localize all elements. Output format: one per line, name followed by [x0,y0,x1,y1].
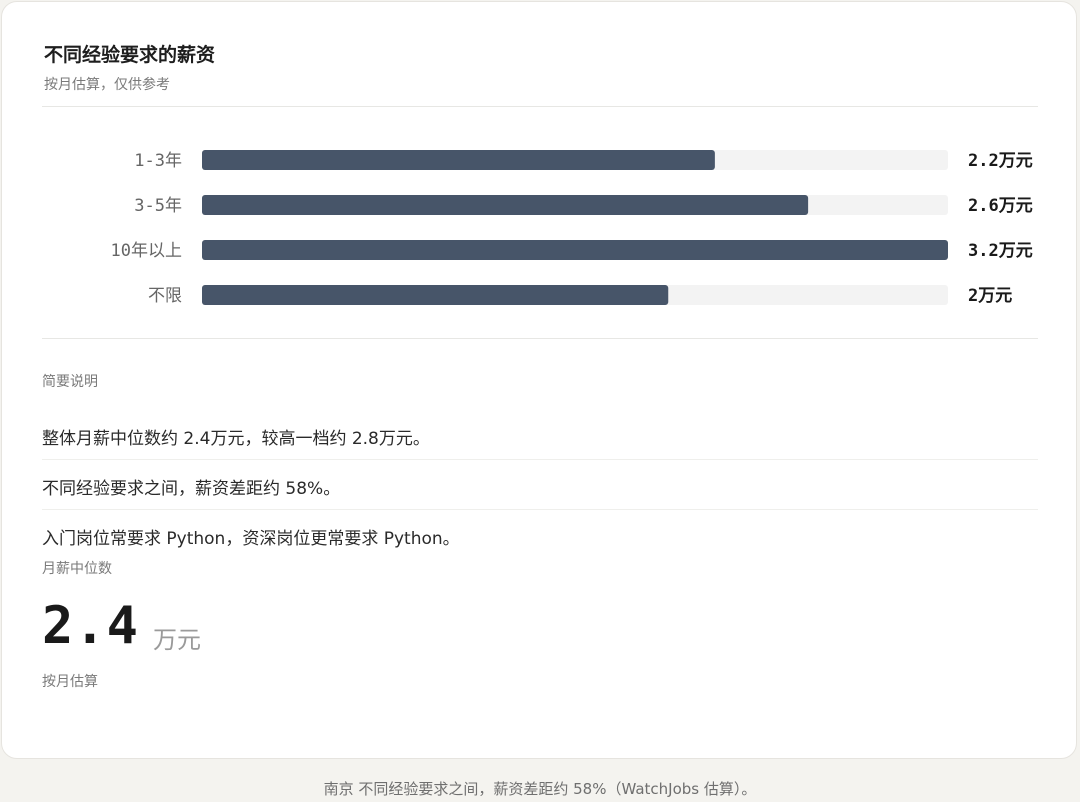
note-item-3: 入门岗位常要求 Python，资深岗位更常要求 Python。 [42,529,460,549]
salary-bar-chart: 1-3年 2.2万元 3-5年 2.6万元 10年以上 3.2万元不限 2万元 [0,136,1080,326]
bar-3 [202,285,669,305]
median-label: 月薪中位数 [42,561,112,577]
category-label: 3-5年 [134,196,182,216]
category-label: 1-3年 [134,151,182,171]
header-divider [42,106,1038,107]
note-separator [42,509,1038,510]
chart-divider [42,338,1038,339]
category-label: 不限 [148,286,182,306]
median-unit: 万元 [153,626,201,654]
chart-svg: 1-3年 2.2万元 3-5年 2.6万元 10年以上 3.2万元不限 2万元 [111,150,1033,306]
card-title: 不同经验要求的薪资 [44,44,216,66]
value-label: 2.2万元 [968,151,1033,171]
card-subtitle: 按月估算，仅供参考 [44,77,170,93]
median-caption: 按月估算 [42,674,98,690]
median-value: 2.4 [42,596,139,656]
value-label: 3.2万元 [968,241,1033,261]
bar-1 [202,195,809,215]
value-label: 2.6万元 [968,196,1033,216]
notes-label: 简要说明 [42,374,98,390]
note-item-1: 整体月薪中位数约 2.4万元，较高一档约 2.8万元。 [42,429,430,449]
bar-0 [202,150,715,170]
value-label: 2万元 [968,286,1012,306]
note-item-2: 不同经验要求之间，薪资差距约 58%。 [42,479,341,499]
footer-note: 南京 不同经验要求之间，薪资差距约 58%（WatchJobs 估算）。 [323,780,757,798]
note-separator [42,459,1038,460]
category-label: 10年以上 [111,241,182,261]
bar-2 [202,240,948,260]
